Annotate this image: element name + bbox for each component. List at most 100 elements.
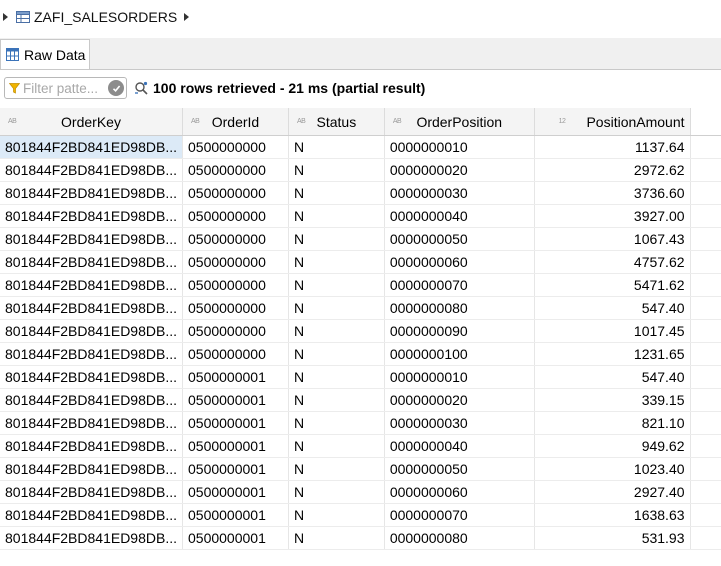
cell-orderkey[interactable]: 801844F2BD841ED98DB...: [0, 342, 183, 366]
cell-status[interactable]: N: [288, 388, 385, 412]
cell-orderid[interactable]: 0500000000: [182, 158, 289, 182]
column-header-orderid[interactable]: AB OrderId: [182, 108, 289, 136]
table-row[interactable]: 801844F2BD841ED98DB... 0500000000 N 0000000…: [0, 273, 721, 297]
cell-orderkey[interactable]: 801844F2BD841ED98DB...: [0, 319, 183, 343]
cell-status[interactable]: N: [288, 480, 385, 504]
table-row[interactable]: 801844F2BD841ED98DB... 0500000000 N 0000000…: [0, 204, 721, 228]
cell-orderkey[interactable]: 801844F2BD841ED98DB...: [0, 526, 183, 550]
cell-orderid[interactable]: 0500000000: [182, 273, 289, 297]
filter-box[interactable]: [4, 77, 127, 99]
cell-orderposition[interactable]: 0000000050: [384, 227, 535, 251]
cell-status[interactable]: N: [288, 135, 385, 159]
cell-positionamount[interactable]: 1067.43: [534, 227, 691, 251]
table-row[interactable]: 801844F2BD841ED98DB... 0500000000 N 0000000…: [0, 296, 721, 320]
cell-orderkey[interactable]: 801844F2BD841ED98DB...: [0, 388, 183, 412]
cell-positionamount[interactable]: 949.62: [534, 434, 691, 458]
cell-status[interactable]: N: [288, 503, 385, 527]
table-row[interactable]: 801844F2BD841ED98DB... 0500000001 N 0000000…: [0, 480, 721, 504]
cell-positionamount[interactable]: 3736.60: [534, 181, 691, 205]
cell-orderposition[interactable]: 0000000060: [384, 250, 535, 274]
cell-orderid[interactable]: 0500000000: [182, 135, 289, 159]
cell-orderposition[interactable]: 0000000070: [384, 503, 535, 527]
cell-positionamount[interactable]: 2972.62: [534, 158, 691, 182]
cell-orderposition[interactable]: 0000000040: [384, 204, 535, 228]
cell-orderid[interactable]: 0500000000: [182, 204, 289, 228]
table-row[interactable]: 801844F2BD841ED98DB... 0500000000 N 0000000…: [0, 158, 721, 182]
cell-orderposition[interactable]: 0000000010: [384, 135, 535, 159]
cell-orderposition[interactable]: 0000000070: [384, 273, 535, 297]
cell-positionamount[interactable]: 1137.64: [534, 135, 691, 159]
cell-orderkey[interactable]: 801844F2BD841ED98DB...: [0, 411, 183, 435]
cell-orderid[interactable]: 0500000001: [182, 434, 289, 458]
cell-orderid[interactable]: 0500000001: [182, 526, 289, 550]
table-row[interactable]: 801844F2BD841ED98DB... 0500000001 N 0000000…: [0, 411, 721, 435]
cell-positionamount[interactable]: 1017.45: [534, 319, 691, 343]
cell-orderkey[interactable]: 801844F2BD841ED98DB...: [0, 250, 183, 274]
chevron-right-icon[interactable]: [3, 12, 8, 21]
clear-icon[interactable]: [108, 80, 124, 96]
cell-orderkey[interactable]: 801844F2BD841ED98DB...: [0, 503, 183, 527]
cell-orderkey[interactable]: 801844F2BD841ED98DB...: [0, 135, 183, 159]
cell-orderkey[interactable]: 801844F2BD841ED98DB...: [0, 158, 183, 182]
cell-orderid[interactable]: 0500000001: [182, 411, 289, 435]
cell-orderid[interactable]: 0500000000: [182, 296, 289, 320]
table-row[interactable]: 801844F2BD841ED98DB... 0500000001 N 0000000…: [0, 434, 721, 458]
cell-positionamount[interactable]: 5471.62: [534, 273, 691, 297]
cell-positionamount[interactable]: 1638.63: [534, 503, 691, 527]
chevron-right-icon[interactable]: [184, 12, 190, 21]
cell-orderid[interactable]: 0500000000: [182, 250, 289, 274]
cell-orderposition[interactable]: 0000000100: [384, 342, 535, 366]
cell-orderposition[interactable]: 0000000090: [384, 319, 535, 343]
cell-orderkey[interactable]: 801844F2BD841ED98DB...: [0, 227, 183, 251]
cell-status[interactable]: N: [288, 158, 385, 182]
cell-orderposition[interactable]: 0000000080: [384, 526, 535, 550]
cell-orderid[interactable]: 0500000001: [182, 457, 289, 481]
cell-orderid[interactable]: 0500000000: [182, 181, 289, 205]
cell-orderkey[interactable]: 801844F2BD841ED98DB...: [0, 434, 183, 458]
cell-orderposition[interactable]: 0000000020: [384, 388, 535, 412]
column-header-orderkey[interactable]: AB OrderKey: [0, 108, 183, 136]
cell-status[interactable]: N: [288, 365, 385, 389]
cell-status[interactable]: N: [288, 526, 385, 550]
cell-status[interactable]: N: [288, 319, 385, 343]
cell-status[interactable]: N: [288, 342, 385, 366]
cell-orderid[interactable]: 0500000001: [182, 480, 289, 504]
cell-orderkey[interactable]: 801844F2BD841ED98DB...: [0, 457, 183, 481]
table-row[interactable]: 801844F2BD841ED98DB... 0500000000 N 0000000…: [0, 342, 721, 366]
table-row[interactable]: 801844F2BD841ED98DB... 0500000001 N 0000000…: [0, 526, 721, 550]
tab-raw-data[interactable]: Raw Data: [0, 39, 90, 69]
cell-positionamount[interactable]: 339.15: [534, 388, 691, 412]
cell-status[interactable]: N: [288, 250, 385, 274]
cell-status[interactable]: N: [288, 181, 385, 205]
cell-orderposition[interactable]: 0000000030: [384, 411, 535, 435]
cell-orderkey[interactable]: 801844F2BD841ED98DB...: [0, 480, 183, 504]
table-row[interactable]: 801844F2BD841ED98DB... 0500000000 N 0000000…: [0, 135, 721, 159]
cell-orderid[interactable]: 0500000000: [182, 342, 289, 366]
table-row[interactable]: 801844F2BD841ED98DB... 0500000001 N 0000000…: [0, 365, 721, 389]
cell-positionamount[interactable]: 1023.40: [534, 457, 691, 481]
cell-orderposition[interactable]: 0000000030: [384, 181, 535, 205]
cell-orderkey[interactable]: 801844F2BD841ED98DB...: [0, 181, 183, 205]
cell-orderid[interactable]: 0500000001: [182, 388, 289, 412]
breadcrumb-table-name[interactable]: ZAFI_SALESORDERS: [34, 9, 177, 25]
column-header-positionamount[interactable]: 12 PositionAmount: [534, 108, 691, 136]
cell-positionamount[interactable]: 531.93: [534, 526, 691, 550]
cell-orderkey[interactable]: 801844F2BD841ED98DB...: [0, 204, 183, 228]
cell-orderid[interactable]: 0500000001: [182, 365, 289, 389]
table-row[interactable]: 801844F2BD841ED98DB... 0500000000 N 0000000…: [0, 227, 721, 251]
cell-positionamount[interactable]: 2927.40: [534, 480, 691, 504]
cell-orderid[interactable]: 0500000001: [182, 503, 289, 527]
cell-orderposition[interactable]: 0000000020: [384, 158, 535, 182]
column-header-orderposition[interactable]: AB OrderPosition: [384, 108, 535, 136]
cell-status[interactable]: N: [288, 434, 385, 458]
cell-positionamount[interactable]: 3927.00: [534, 204, 691, 228]
table-row[interactable]: 801844F2BD841ED98DB... 0500000001 N 0000000…: [0, 457, 721, 481]
cell-status[interactable]: N: [288, 273, 385, 297]
cell-orderid[interactable]: 0500000000: [182, 227, 289, 251]
filter-input[interactable]: [20, 80, 103, 96]
cell-status[interactable]: N: [288, 204, 385, 228]
table-row[interactable]: 801844F2BD841ED98DB... 0500000000 N 0000000…: [0, 250, 721, 274]
cell-positionamount[interactable]: 1231.65: [534, 342, 691, 366]
cell-orderposition[interactable]: 0000000010: [384, 365, 535, 389]
cell-positionamount[interactable]: 547.40: [534, 296, 691, 320]
